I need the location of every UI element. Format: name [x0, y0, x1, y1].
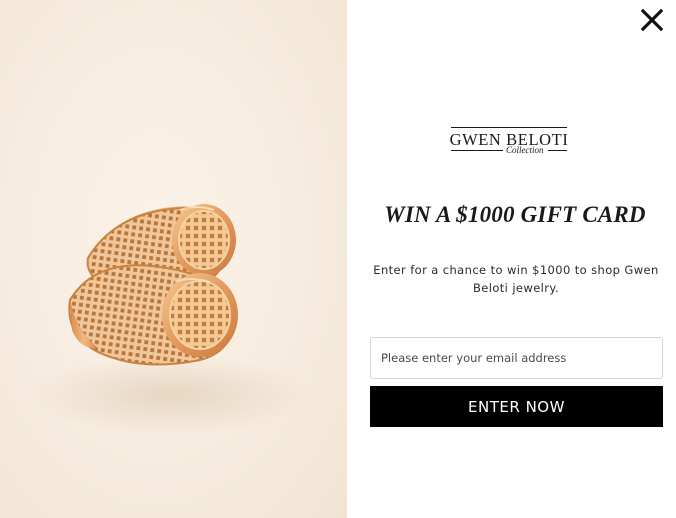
brand-logo: GWEN BELOTI Collection — [448, 124, 570, 164]
logo-bottom-rule-right — [548, 150, 567, 151]
gold-lattice-rings-image — [30, 204, 310, 435]
form-panel — [347, 0, 676, 518]
logo-tagline: Collection — [506, 145, 544, 155]
enter-now-button[interactable]: ENTER NOW — [370, 386, 663, 427]
product-image-panel — [0, 0, 347, 518]
close-icon[interactable] — [636, 4, 668, 36]
description-text: Enter for a chance to win $1000 to shop … — [373, 263, 659, 295]
logo-bottom-rule-left — [451, 150, 503, 151]
email-field[interactable] — [370, 337, 663, 379]
giveaway-popup: GWEN BELOTI Collection WIN A $1000 GIFT … — [0, 0, 676, 518]
headline: WIN A $1000 GIFT CARD — [384, 202, 646, 227]
logo-top-rule — [451, 127, 567, 128]
